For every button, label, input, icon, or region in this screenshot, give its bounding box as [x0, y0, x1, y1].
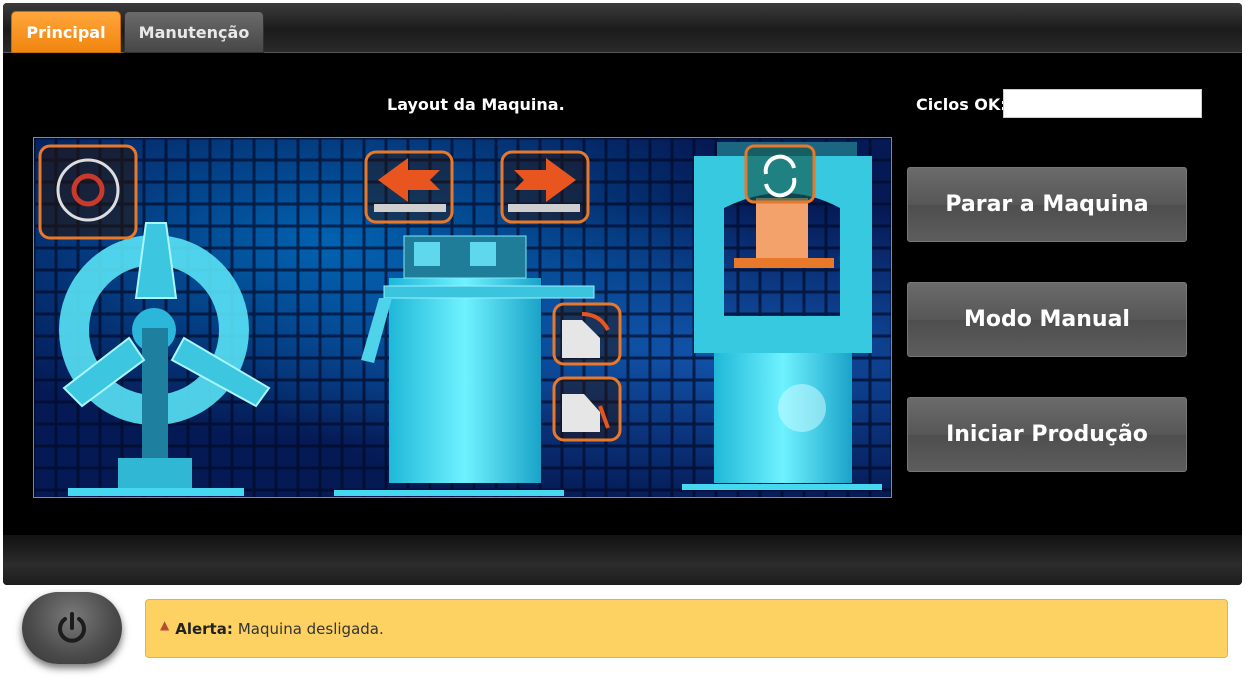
machine-layout: [33, 137, 892, 498]
alert-message: Maquina desligada.: [237, 619, 384, 638]
alert-label: Alerta:: [175, 619, 233, 638]
main-panel: Principal Manutenção Layout da Maquina. …: [3, 3, 1242, 585]
alert-bar: ▲ Alerta: Maquina desligada.: [145, 599, 1228, 658]
coil-rotate-control[interactable]: [38, 144, 138, 240]
press-cycle-control[interactable]: [744, 144, 816, 204]
ciclos-ok-field[interactable]: [1003, 89, 1202, 118]
ciclos-ok-label: Ciclos OK:: [916, 95, 1007, 114]
warning-icon: ▲: [160, 617, 170, 632]
machine-illustration: [34, 138, 891, 497]
panel-footer: [3, 535, 1242, 585]
manual-mode-button[interactable]: Modo Manual: [907, 282, 1187, 357]
tab-principal[interactable]: Principal: [11, 11, 121, 53]
tab-bar: Principal Manutenção: [3, 3, 1242, 53]
start-production-button[interactable]: Iniciar Produção: [907, 397, 1187, 472]
layout-title: Layout da Maquina.: [387, 95, 565, 114]
power-button[interactable]: [22, 592, 122, 664]
power-icon: [58, 612, 86, 643]
cut-down-control[interactable]: [552, 376, 622, 442]
move-right-control[interactable]: [500, 150, 590, 224]
move-left-control[interactable]: [364, 150, 454, 224]
tab-manutencao[interactable]: Manutenção: [124, 11, 264, 53]
cut-up-control[interactable]: [552, 302, 622, 366]
stop-machine-button[interactable]: Parar a Maquina: [907, 167, 1187, 242]
